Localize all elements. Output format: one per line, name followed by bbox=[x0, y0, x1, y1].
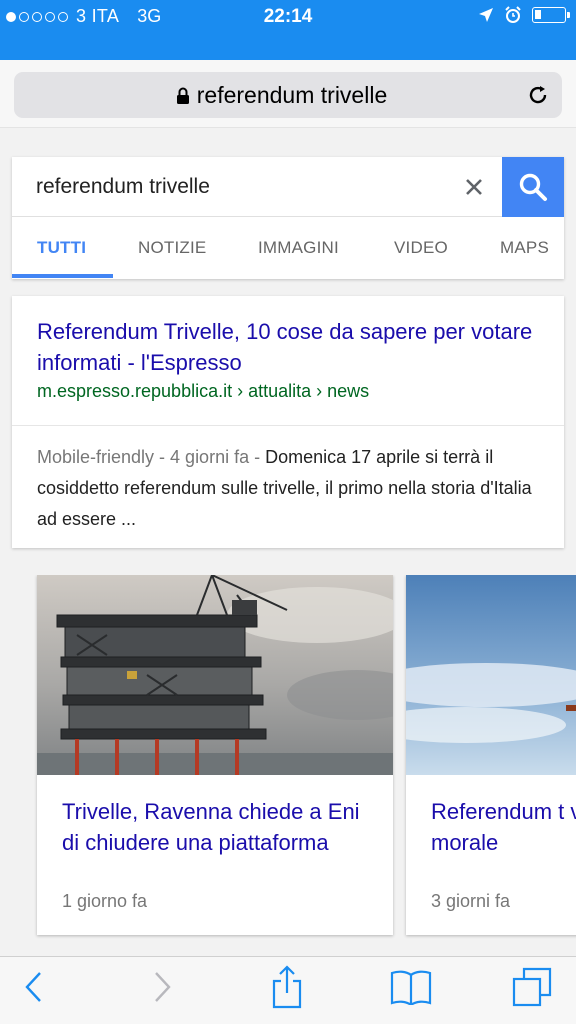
search-card: referendum trivelle TUTTI NOTIZIE IMMAGI… bbox=[12, 157, 564, 279]
news-title-link[interactable]: Referendum t votare sì è un morale bbox=[431, 796, 576, 858]
news-card[interactable]: Referendum t votare sì è un morale 3 gio… bbox=[406, 575, 576, 935]
share-icon[interactable] bbox=[270, 965, 304, 1009]
reload-icon[interactable] bbox=[526, 83, 550, 107]
search-icon bbox=[519, 173, 547, 201]
search-tabs: TUTTI NOTIZIE IMMAGINI VIDEO MAPS bbox=[12, 217, 564, 279]
result-snippet: Mobile-friendly - 4 giorni fa - Domenica… bbox=[37, 442, 542, 535]
bookmarks-icon[interactable] bbox=[390, 969, 432, 1005]
tab-maps[interactable]: MAPS bbox=[500, 238, 549, 258]
search-input[interactable]: referendum trivelle bbox=[12, 157, 502, 217]
alarm-clock-icon bbox=[505, 6, 521, 23]
result-url[interactable]: m.espresso.repubblica.it › attualita › n… bbox=[37, 381, 369, 402]
forward-icon[interactable] bbox=[150, 969, 174, 1005]
tabs-icon[interactable] bbox=[512, 967, 552, 1007]
result-meta: Mobile-friendly - 4 giorni fa - bbox=[37, 447, 266, 467]
search-query[interactable]: referendum trivelle bbox=[36, 175, 210, 199]
sea-platform-image bbox=[406, 575, 576, 775]
search-button[interactable] bbox=[502, 157, 564, 217]
clear-icon[interactable] bbox=[460, 173, 488, 201]
news-time: 3 giorni fa bbox=[431, 891, 511, 911]
news-time: 1 giorno fa bbox=[62, 891, 148, 911]
browser-toolbar bbox=[0, 956, 576, 1024]
news-carousel[interactable]: Trivelle, Ravenna chiede a Eni di chiude… bbox=[0, 575, 576, 940]
status-right bbox=[478, 6, 570, 24]
news-card[interactable]: Trivelle, Ravenna chiede a Eni di chiude… bbox=[37, 575, 393, 935]
tab-tutti[interactable]: TUTTI bbox=[37, 238, 86, 258]
divider bbox=[12, 425, 564, 426]
battery-icon bbox=[532, 7, 570, 23]
news-title-link[interactable]: Trivelle, Ravenna chiede a Eni di chiude… bbox=[62, 796, 362, 858]
tab-notizie[interactable]: NOTIZIE bbox=[138, 238, 206, 258]
result-title-link[interactable]: Referendum Trivelle, 10 cose da sapere p… bbox=[37, 316, 537, 378]
active-tab-indicator bbox=[12, 274, 113, 278]
oil-platform-image bbox=[37, 575, 393, 775]
search-result: Referendum Trivelle, 10 cose da sapere p… bbox=[12, 296, 564, 548]
tab-video[interactable]: VIDEO bbox=[394, 238, 448, 258]
back-icon[interactable] bbox=[22, 969, 46, 1005]
status-bar: 3 ITA 3G 22:14 bbox=[0, 0, 576, 60]
address-bar[interactable]: referendum trivelle bbox=[14, 72, 562, 118]
tab-immagini[interactable]: IMMAGINI bbox=[258, 238, 339, 258]
address-text[interactable]: referendum trivelle bbox=[14, 82, 562, 109]
location-arrow-icon bbox=[479, 8, 493, 22]
browser-header: referendum trivelle bbox=[0, 60, 576, 128]
